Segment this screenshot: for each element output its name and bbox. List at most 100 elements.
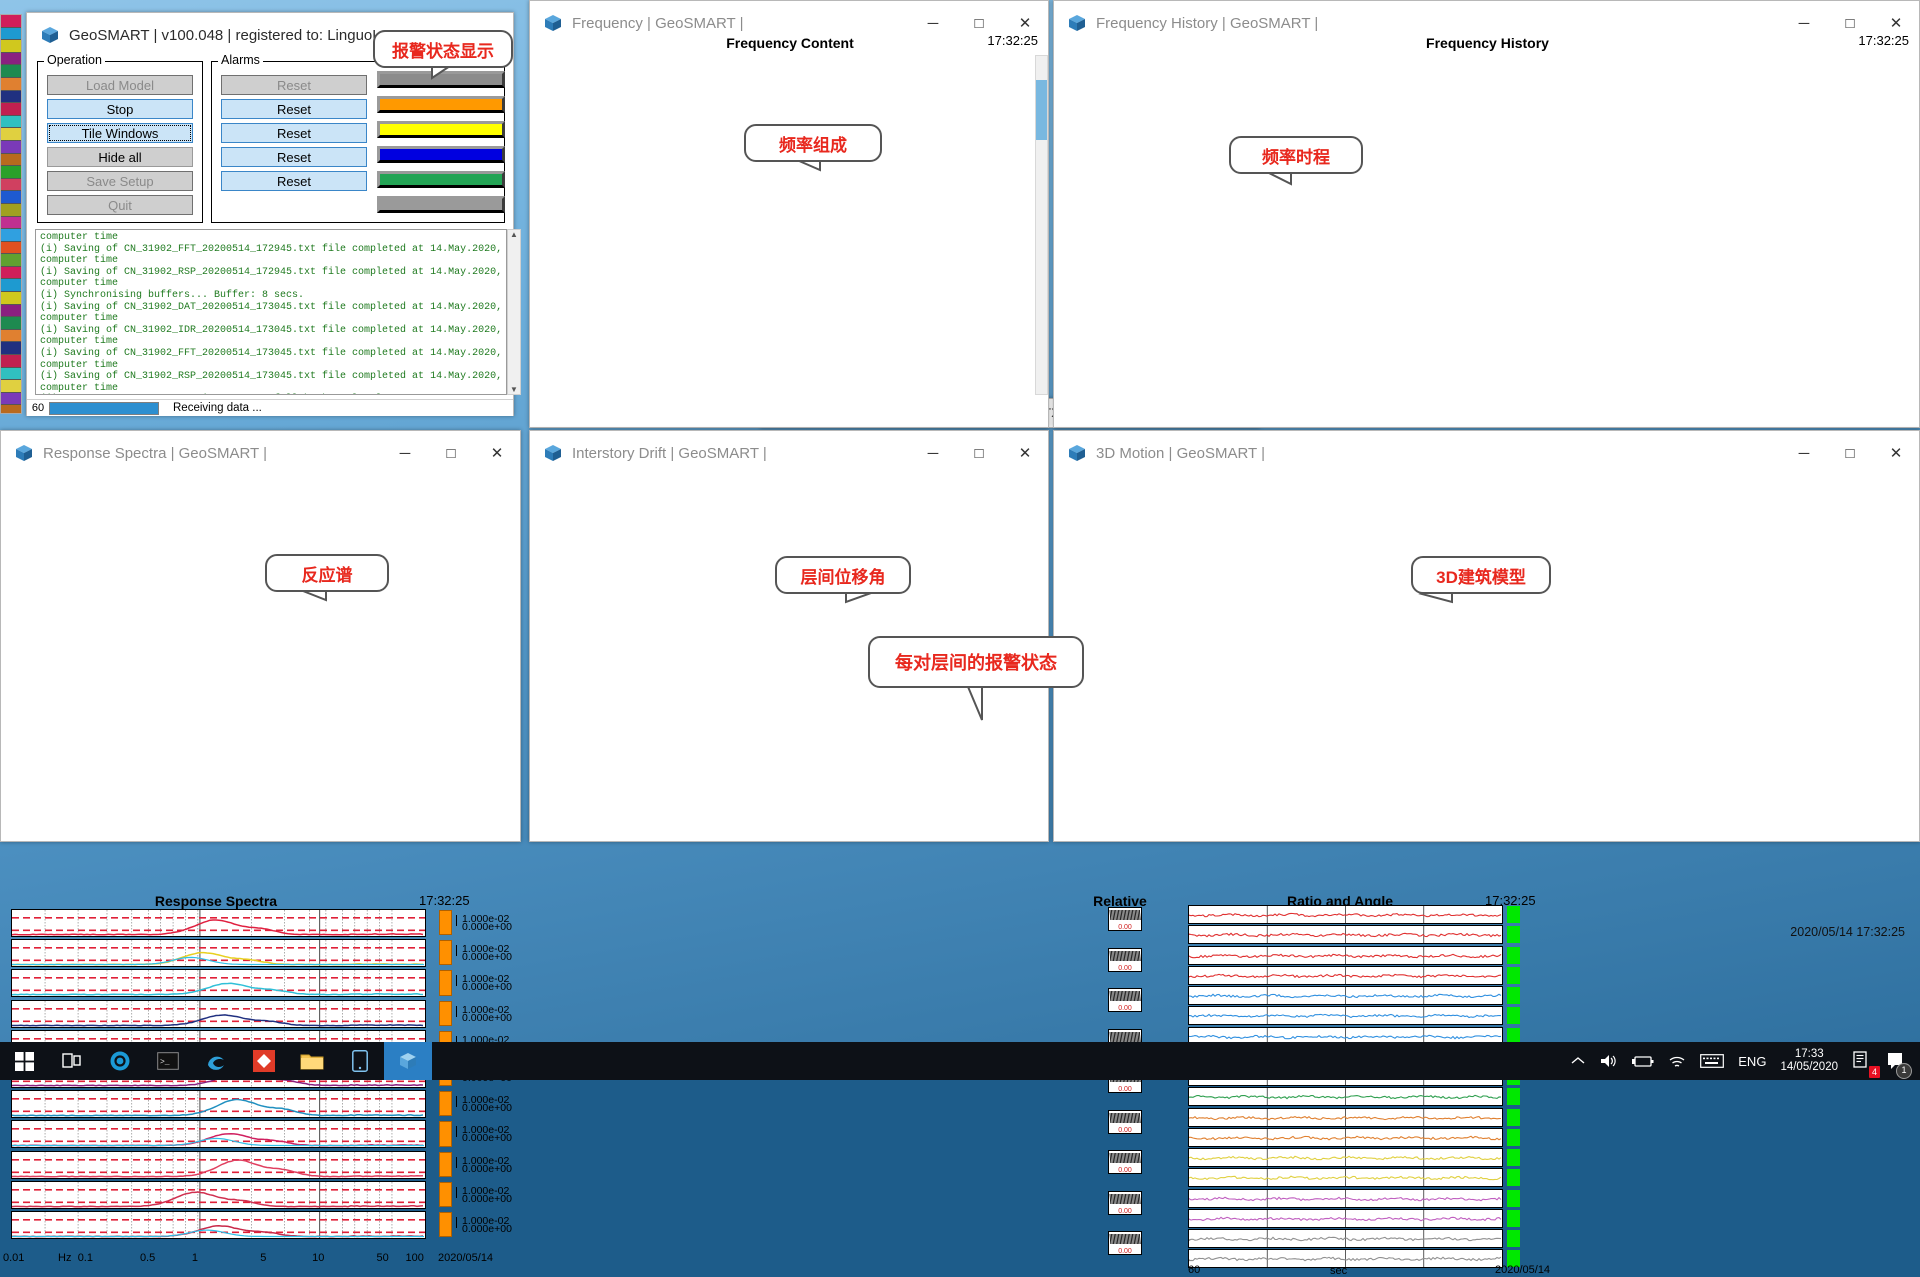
network-wifi-icon[interactable] <box>1661 1042 1693 1080</box>
alarm-reset-button-3[interactable]: Reset <box>221 123 367 143</box>
edge-browser-button[interactable] <box>192 1042 240 1080</box>
id-trace-panel[interactable] <box>1188 1229 1503 1248</box>
rs-alarm-bar <box>439 910 452 936</box>
callout-frequency-content: 频率组成 <box>744 124 882 162</box>
rs-channel-panel[interactable] <box>11 1090 426 1119</box>
motion3d-window: 3D Motion | GeoSMART | ─ □ ✕ ✋ D XY XZ Y… <box>1053 430 1920 939</box>
rs-x-axis-unit: Hz <box>58 1252 72 1264</box>
rs-channel-panel[interactable] <box>11 909 426 937</box>
rs-channel-panel[interactable] <box>11 939 426 968</box>
id-trace-panel[interactable] <box>1188 925 1503 944</box>
id-trace-panel[interactable] <box>1188 1168 1503 1187</box>
maximize-button[interactable]: □ <box>1827 431 1873 475</box>
log-scrollbar[interactable]: ▲ ▼ <box>507 229 521 395</box>
id-trace-panel[interactable] <box>1188 1127 1503 1147</box>
battery-icon[interactable] <box>1625 1042 1661 1080</box>
log-output[interactable]: computer time (i) Saving of CN_31902_FFT_… <box>35 229 507 395</box>
id-relative-box[interactable]: 0.00 <box>1108 907 1142 931</box>
id-relative-box[interactable]: 0.00 <box>1108 1109 1142 1134</box>
axis-tick <box>456 1217 457 1228</box>
action-center-icon[interactable]: 1 <box>1879 1042 1920 1080</box>
hide-all-button[interactable]: Hide all <box>47 147 193 167</box>
tile-windows-button[interactable]: Tile Windows <box>47 123 193 143</box>
maximize-button[interactable]: □ <box>956 431 1002 475</box>
callout-per-story-alarm: 每对层间的报警状态 <box>868 636 1084 688</box>
app-red-button[interactable] <box>240 1042 288 1080</box>
rs-title: Response Spectra | GeoSMART | <box>43 444 268 462</box>
response-spectra-window: Response Spectra | GeoSMART | ─ □ ✕ Resp… <box>0 430 521 1264</box>
rs-channel-panel[interactable] <box>11 1211 426 1239</box>
rs-channel-panel[interactable] <box>11 1150 426 1179</box>
alarm-reset-button-4[interactable]: Reset <box>221 147 367 167</box>
clock-area[interactable]: 17:33 14/05/2020 <box>1773 1042 1845 1080</box>
file-explorer-button[interactable] <box>288 1042 336 1080</box>
m3d-title: 3D Motion | GeoSMART | <box>1096 444 1265 462</box>
id-relative-box[interactable]: 0.00 <box>1108 1150 1142 1174</box>
axis-tick <box>456 1156 457 1168</box>
show-hidden-icons-button[interactable] <box>1564 1042 1592 1080</box>
frequency-clock: 17:32:25 <box>987 33 1038 48</box>
rs-channel-panel[interactable] <box>11 1180 426 1209</box>
legend-swatch <box>1 203 21 217</box>
alarm-reset-button-5[interactable]: Reset <box>221 171 367 191</box>
id-trace-panel[interactable] <box>1188 1006 1503 1025</box>
rs-alarm-bar <box>439 1181 452 1207</box>
id-relative-box[interactable]: 0.00 <box>1108 1231 1142 1255</box>
id-trace-panel[interactable] <box>1188 1148 1503 1167</box>
legend-swatch <box>1 304 21 318</box>
task-view-button[interactable] <box>48 1042 96 1080</box>
id-trace-panel[interactable] <box>1188 965 1503 985</box>
alarm-reset-button-2[interactable]: Reset <box>221 99 367 119</box>
id-trace-panel[interactable] <box>1188 1188 1503 1208</box>
alarm-indicator-6 <box>377 196 505 213</box>
id-alarm-status-indicator <box>1507 966 1520 984</box>
alarm-reset-button-1[interactable]: Reset <box>221 75 367 95</box>
rs-channel-panel[interactable] <box>11 969 426 998</box>
id-relative-box[interactable]: 0.00 <box>1108 988 1142 1012</box>
frequency-scrollbar[interactable] <box>1035 55 1048 395</box>
minimize-button[interactable]: ─ <box>382 431 428 475</box>
rs-channel-panel[interactable] <box>11 1120 426 1149</box>
quit-button[interactable]: Quit <box>47 195 193 215</box>
id-trace-panel[interactable] <box>1188 1208 1503 1228</box>
stop-button[interactable]: Stop <box>47 99 193 119</box>
rs-channel-panel[interactable] <box>11 999 426 1028</box>
legend-swatch <box>1 178 21 192</box>
id-trace-panel[interactable] <box>1188 905 1503 924</box>
keyboard-icon[interactable] <box>1693 1042 1731 1080</box>
legend-swatch <box>1 90 21 104</box>
id-trace-panel[interactable] <box>1188 1087 1503 1106</box>
id-trace-panel[interactable] <box>1188 986 1503 1005</box>
m3d-titlebar[interactable]: 3D Motion | GeoSMART | ─ □ ✕ <box>1054 431 1919 475</box>
geosmart-taskbar-button[interactable] <box>384 1042 432 1080</box>
id-relative-box[interactable]: 0.00 <box>1108 947 1142 972</box>
close-button[interactable]: ✕ <box>1002 431 1048 475</box>
minimize-button[interactable]: ─ <box>1781 431 1827 475</box>
save-setup-button[interactable]: Save Setup <box>47 171 193 191</box>
cortana-search-button[interactable] <box>96 1042 144 1080</box>
id-alarm-status-indicator <box>1507 1088 1520 1105</box>
id-trace-panel[interactable] <box>1188 945 1503 965</box>
maximize-button[interactable]: □ <box>428 431 474 475</box>
language-indicator[interactable]: ENG <box>1731 1042 1773 1080</box>
load-model-button[interactable]: Load Model <box>47 75 193 95</box>
start-button[interactable] <box>0 1042 48 1080</box>
legend-swatch <box>1 279 21 293</box>
callout-alarm-status: 报警状态显示 <box>373 30 513 68</box>
id-trace-panel[interactable] <box>1188 1107 1503 1127</box>
legend-swatch <box>1 317 21 330</box>
close-button[interactable]: ✕ <box>1873 431 1919 475</box>
id-titlebar[interactable]: Interstory Drift | GeoSMART | ─ □ ✕ <box>530 431 1048 475</box>
minimize-button[interactable]: ─ <box>910 431 956 475</box>
volume-icon[interactable] <box>1592 1042 1625 1080</box>
terminal-button[interactable]: >_ <box>144 1042 192 1080</box>
rs-titlebar[interactable]: Response Spectra | GeoSMART | ─ □ ✕ <box>1 431 520 475</box>
log-line: computer time <box>40 313 119 325</box>
id-relative-box[interactable]: 0.00 <box>1108 1190 1142 1215</box>
log-line: computer time <box>40 255 119 267</box>
close-button[interactable]: ✕ <box>474 431 520 475</box>
status-progress <box>49 401 159 415</box>
callout-response-spectra: 反应谱 <box>265 554 389 592</box>
your-phone-button[interactable] <box>336 1042 384 1080</box>
notification-icon[interactable]: 4 <box>1845 1042 1880 1080</box>
